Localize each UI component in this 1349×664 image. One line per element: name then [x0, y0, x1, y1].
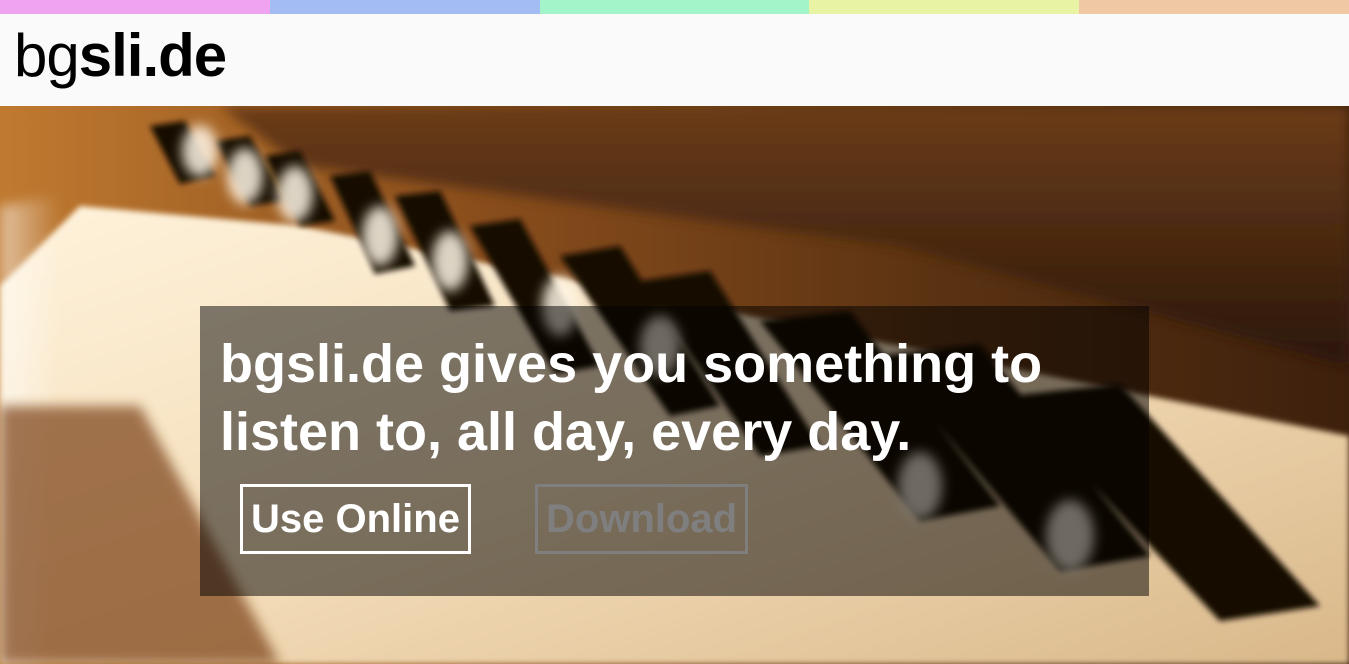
use-online-button[interactable]: Use Online [240, 484, 471, 554]
hero-banner: bgsli.de gives you something to listen t… [0, 106, 1349, 664]
stripe-orange [1079, 0, 1349, 14]
logo-light-part: bg [14, 22, 80, 89]
hero-overlay: bgsli.de gives you something to listen t… [200, 306, 1149, 596]
download-button[interactable]: Download [535, 484, 749, 554]
site-logo[interactable]: bgsli.de [14, 14, 1349, 98]
logo-bold-part: sli.de [78, 22, 227, 89]
hero-tagline: bgsli.de gives you something to listen t… [220, 334, 1043, 462]
site-header: bgsli.de [0, 14, 1349, 106]
stripe-yellow [809, 0, 1080, 14]
stripe-pink [0, 0, 270, 14]
stripe-blue [269, 0, 540, 14]
color-stripe-bar [0, 0, 1349, 14]
stripe-green [539, 0, 810, 14]
